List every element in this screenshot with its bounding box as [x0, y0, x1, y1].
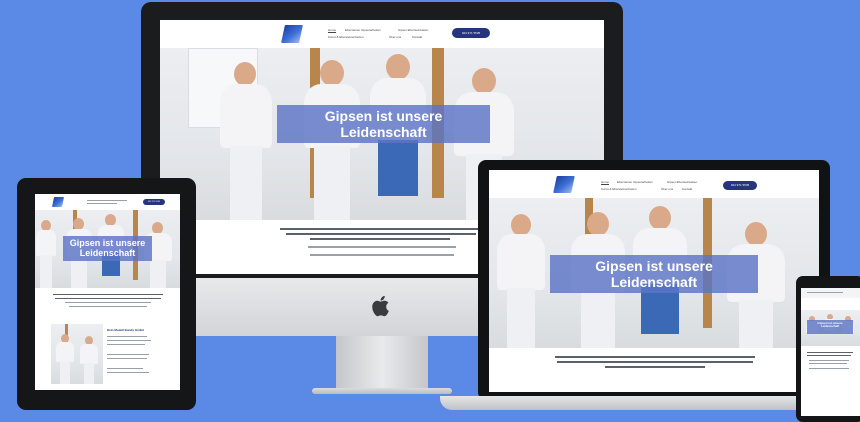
nav-link-5[interactable]: Über uns [661, 188, 673, 191]
worker-figure [55, 334, 75, 384]
phone-cta-button[interactable]: 024 971 5535 [452, 28, 490, 38]
laptop-hero-caption: Gipsen ist unsere Leidenschaft [550, 255, 758, 293]
tablet-team-heading: Dein Modell Bundy GmbH [107, 328, 144, 332]
nav-link-3[interactable]: Gipser Ebersteinkeiten [398, 29, 428, 32]
nav-link-6[interactable]: Kontakt [682, 188, 692, 191]
phone-cta-button[interactable]: 024 971 5535 [723, 181, 757, 190]
apple-icon [372, 295, 389, 317]
site-logo[interactable] [281, 25, 303, 43]
phone-cta-button[interactable]: 024 971 5535 [143, 199, 165, 205]
caption-line-2: Leidenschaft [820, 324, 840, 329]
desktop-hero-caption: Gipsen ist unsere Leidenschaft [277, 105, 490, 143]
phone-hero-image: Gipsen ist unsere Leidenschaft [801, 310, 860, 346]
worker-figure [495, 214, 547, 348]
tablet-screen: 024 971 5535 Gipsen ist unsere Leidensch… [35, 194, 180, 390]
nav-link-4[interactable]: Kunst & Ebersteinenheiten [601, 188, 637, 191]
laptop-nav-bar: Home Ebersteiner Gipserarbeiten Gipser E… [489, 170, 819, 198]
nav-link-2[interactable]: Ebersteiner Gipserarbeiten [617, 181, 653, 184]
tablet-hero-image: Gipsen ist unsere Leidenschaft [35, 210, 180, 288]
phone-browser-bar [801, 288, 860, 298]
nav-link-2[interactable]: Ebersteiner Gipserarbeiten [345, 29, 381, 32]
nav-link-home[interactable]: Home [601, 181, 609, 184]
tablet-nav-bar: 024 971 5535 [35, 194, 180, 210]
caption-line-2: Leidenschaft [340, 123, 427, 140]
worker-figure [79, 336, 99, 384]
phone-hero-caption: Gipsen ist unsere Leidenschaft [807, 320, 853, 334]
caption-line-1: Gipsen ist unsere [324, 108, 443, 124]
nav-link-6[interactable]: Kontakt [412, 36, 422, 39]
site-logo[interactable] [553, 176, 575, 193]
desktop-monitor-foot [312, 388, 452, 394]
caption-line-2: Leidenschaft [610, 273, 698, 290]
nav-link-4[interactable]: Kunst & Ebersteinenheiten [328, 36, 364, 39]
desktop-monitor-stand [336, 336, 428, 392]
worker-figure [35, 220, 57, 288]
phone-screen: Gipsen ist unsere Leidenschaft [801, 288, 860, 416]
site-logo[interactable] [51, 197, 65, 207]
laptop-hero-image: Gipsen ist unsere Leidenschaft [489, 198, 819, 348]
laptop-screen: Home Ebersteiner Gipserarbeiten Gipser E… [489, 170, 819, 392]
nav-link-3[interactable]: Gipser Ebersteinkeiten [667, 181, 697, 184]
worker-figure [216, 62, 276, 220]
desktop-nav-bar: Home Ebersteiner Gipserarbeiten Gipser E… [160, 20, 604, 48]
nav-link-home[interactable]: Home [328, 29, 336, 32]
caption-line-2: Leidenschaft [79, 248, 136, 259]
caption-line-1: Gipsen ist unsere [595, 258, 713, 274]
tablet-team-photo [51, 324, 103, 384]
tablet-hero-caption: Gipsen ist unsere Leidenschaft [63, 236, 152, 261]
caption-line-1: Gipsen ist unsere [69, 238, 146, 248]
nav-link-5[interactable]: Über uns [389, 36, 401, 39]
